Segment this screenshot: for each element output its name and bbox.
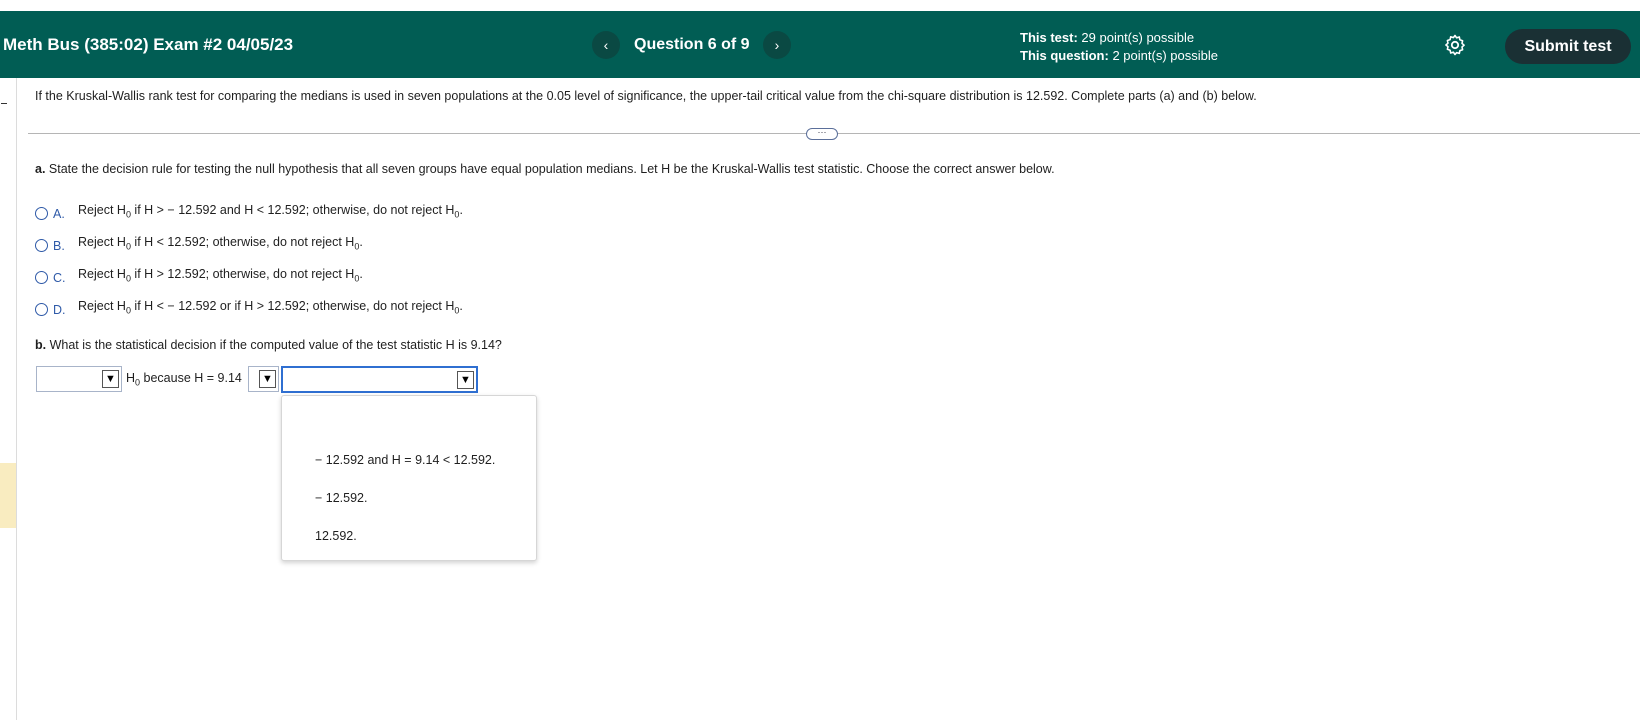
points-info: This test: 29 point(s) possible This que… <box>1020 29 1218 65</box>
h0-because-text: H0 because H = 9.14 <box>126 371 242 388</box>
option-letter: B. <box>53 239 65 253</box>
chevron-left-icon: ‹ <box>603 37 609 53</box>
dropdown-arrow-icon[interactable]: ▼ <box>259 370 276 388</box>
this-test-value: 29 point(s) possible <box>1081 30 1195 45</box>
question-stem: If the Kruskal-Wallis rank test for comp… <box>35 89 1257 103</box>
part-a-prefix: a. <box>35 162 46 176</box>
radio-button[interactable] <box>35 303 48 316</box>
radio-button[interactable] <box>35 239 48 252</box>
part-b-prefix: b. <box>35 338 47 352</box>
critical-value-dropdown[interactable]: ▼ <box>281 366 478 393</box>
option-text: Reject H0 if H > − 12.592 and H < 12.592… <box>78 203 463 220</box>
dropdown-arrow-icon[interactable]: ▼ <box>102 370 119 388</box>
gear-icon[interactable] <box>1443 33 1467 57</box>
more-button[interactable]: ··· <box>806 128 838 140</box>
option-letter: C. <box>53 271 66 285</box>
part-b-prompt: b. What is the statistical decision if t… <box>35 338 502 352</box>
decision-dropdown[interactable]: ▼ <box>36 366 122 392</box>
option-text: Reject H0 if H < 12.592; otherwise, do n… <box>78 235 363 252</box>
menu-item[interactable]: − 12.592 and H = 9.14 < 12.592. <box>315 453 495 467</box>
part-a-text: State the decision rule for testing the … <box>45 162 1055 176</box>
top-strip <box>0 0 1640 11</box>
left-divider <box>16 78 17 720</box>
option-text: Reject H0 if H < − 12.592 or if H > 12.5… <box>78 299 463 316</box>
dropdown-menu: − 12.592 and H = 9.14 < 12.592. − 12.592… <box>281 395 537 561</box>
dropdown-arrow-icon[interactable]: ▼ <box>457 371 474 389</box>
radio-button[interactable] <box>35 271 48 284</box>
comparison-dropdown[interactable]: ▼ <box>248 366 279 392</box>
this-question-label: This question: <box>1020 48 1109 63</box>
option-letter: D. <box>53 303 66 317</box>
question-counter: Question 6 of 9 <box>634 36 750 53</box>
previous-question-button[interactable]: ‹ <box>592 31 620 59</box>
next-question-button[interactable]: › <box>763 31 791 59</box>
left-highlight <box>0 463 16 528</box>
part-a-prompt: a. State the decision rule for testing t… <box>35 162 1055 176</box>
left-dash <box>1 103 7 104</box>
option-letter: A. <box>53 207 65 221</box>
chevron-right-icon: › <box>774 37 780 53</box>
part-b-text: What is the statistical decision if the … <box>46 338 502 352</box>
exam-title: Meth Bus (385:02) Exam #2 04/05/23 <box>3 35 294 54</box>
this-test-label: This test: <box>1020 30 1078 45</box>
menu-item[interactable]: 12.592. <box>315 529 357 543</box>
this-question-value: 2 point(s) possible <box>1112 48 1218 63</box>
exam-header: Meth Bus (385:02) Exam #2 04/05/23 ‹ Que… <box>0 11 1640 78</box>
submit-test-button[interactable]: Submit test <box>1505 29 1631 64</box>
option-text: Reject H0 if H > 12.592; otherwise, do n… <box>78 267 363 284</box>
menu-item[interactable]: − 12.592. <box>315 491 367 505</box>
radio-button[interactable] <box>35 207 48 220</box>
